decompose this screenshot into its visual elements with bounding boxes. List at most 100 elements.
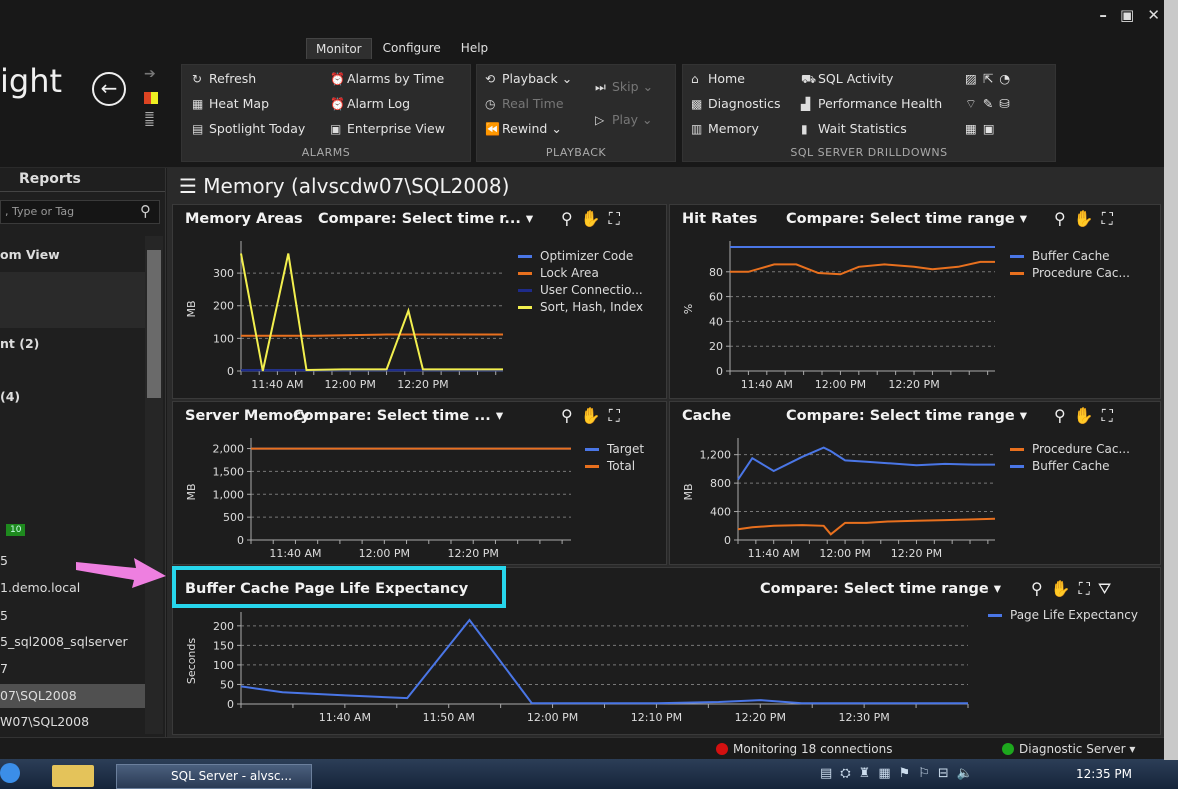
diagnostic-server-status[interactable]: Diagnostic Server ▾ [1002,742,1135,756]
menu-icon[interactable]: ☰ [179,174,197,198]
sidebar-scroll-thumb[interactable] [147,250,161,398]
tab-help[interactable]: Help [452,38,497,59]
zoom-icon[interactable]: ⚲ [561,406,581,425]
sidebar-search[interactable]: , Type or Tag ⚲ [0,200,160,224]
compare-dropdown-server-memory[interactable]: Compare: Select time ... ▾ [293,408,503,424]
diagnostics-button[interactable]: ▩ Diagnostics [691,96,781,111]
sidebar-item-server-2[interactable]: 5 [0,608,8,623]
drilldown-icon-row-1[interactable]: ▨⇱◔ [965,71,1016,86]
sidebar-item-host[interactable]: 1.demo.local [0,580,80,595]
back-button[interactable]: ← [92,72,126,106]
rewind-icon: ⏪ [485,122,500,136]
sidebar-item-server-3[interactable]: 7 [0,661,8,676]
sidebar-item-selected-sql2008[interactable]: 07\SQL2008 [0,684,145,708]
spotlight-today-button[interactable]: ▤ Spotlight Today [192,121,305,136]
skip-icon: ⏭ [595,80,606,94]
sql-activity-button[interactable]: ⛟ SQL Activity [801,71,893,88]
sidebar-tab-reports[interactable]: Reports [0,168,165,192]
panel-tools-ple[interactable]: ⚲✋⛶⛛ [1031,579,1119,599]
sidebar-item-group-2[interactable]: nt (2) [0,336,39,351]
legend-swatch [1010,255,1024,258]
performance-health-button[interactable]: ▟ Performance Health [801,96,942,111]
sidebar-item-group-4[interactable]: (4) [0,389,20,404]
x-tick-label: 11:40 AM [748,547,800,560]
chart-type-icon[interactable]: ⛶ [1102,406,1121,425]
panel-tools-memory-areas[interactable]: ⚲✋⛶ [561,209,628,229]
y-tick-label: 1,500 [213,465,245,478]
rewind-button[interactable]: ⏪ Rewind ⌄ [485,121,562,136]
filter-icon[interactable]: ⛛ [1098,579,1119,598]
list-icon[interactable]: ≡ ≡ [144,109,160,130]
chart-type-icon[interactable]: ⛶ [1079,579,1098,598]
window-controls[interactable]: – ▣ ✕ [1099,6,1164,24]
forward-icon[interactable]: ➔ [144,66,156,82]
compare-dropdown-cache[interactable]: Compare: Select time range ▾ [786,408,1027,424]
legend-entry: Total [585,459,644,476]
y-tick-label: 0 [716,365,723,378]
drilldowns-group: ⌂ Home ⛟ SQL Activity ▩ Diagnostics ▟ Perfor… [682,64,1056,162]
alarm-log-button[interactable]: ⏰ Alarm Log [330,96,410,111]
chart-type-icon[interactable]: ⛶ [609,209,628,228]
refresh-button[interactable]: ↻ Refresh [192,71,256,86]
drilldowns-group-label: SQL SERVER DRILLDOWNS [790,146,948,159]
red-status-icon [716,743,728,755]
y-tick-label: 40 [709,315,723,328]
tab-monitor[interactable]: Monitor [306,38,372,59]
y-tick-label: 0 [227,365,234,378]
legend-entry: Page Life Expectancy [988,608,1138,625]
compare-dropdown-ple[interactable]: Compare: Select time range ▾ [760,581,1001,597]
enterprise-view-button[interactable]: ▣ Enterprise View [330,121,445,136]
panel-tools-server-memory[interactable]: ⚲✋⛶ [561,406,628,426]
real-time-button[interactable]: ◷ Real Time [485,96,564,111]
panel-title-hit-rates: Hit Rates [682,211,758,227]
drilldown-icon-row-2[interactable]: ⌔✎⛁ [965,96,1016,112]
pan-hand-icon[interactable]: ✋ [1074,209,1102,228]
start-icon[interactable] [0,763,20,783]
drilldown-icon-row-3[interactable]: ▦▣ [965,121,1001,136]
legend-swatch [518,255,532,258]
tab-configure[interactable]: Configure [374,38,450,59]
zoom-icon[interactable]: ⚲ [1031,579,1051,598]
playback-button[interactable]: ⟲ Playback ⌄ [485,71,572,86]
play-button[interactable]: ▷ Play ⌄ [595,112,653,127]
pan-hand-icon[interactable]: ✋ [1074,406,1102,425]
chart-type-icon[interactable]: ⛶ [609,406,628,425]
folder-icon[interactable] [52,765,94,787]
monitoring-status[interactable]: Monitoring 18 connections [716,742,892,756]
compare-dropdown-hit-rates[interactable]: Compare: Select time range ▾ [786,211,1027,227]
pan-hand-icon[interactable]: ✋ [581,209,609,228]
zoom-icon[interactable]: ⚲ [561,209,581,228]
sidebar-item-sql2008[interactable]: W07\SQL2008 [0,714,89,729]
skip-button[interactable]: ⏭ Skip ⌄ [595,79,653,95]
y-tick-label: 0 [227,698,234,711]
series-line [240,253,503,372]
alarms-group: ↻ Refresh ⏰ Alarms by Time ▦ Heat Map ⏰ Alar… [181,64,471,162]
taskbar-app-sql-server[interactable]: SQL Server - alvsc... [116,764,312,789]
wait-statistics-button[interactable]: ▮ Wait Statistics [801,121,907,136]
legend-label: Total [607,459,636,473]
sidebar-item-custom-view[interactable]: om View [0,247,60,262]
pan-hand-icon[interactable]: ✋ [581,406,609,425]
legend-entry: Lock Area [518,266,643,283]
panel-tools-hit-rates[interactable]: ⚲✋⛶ [1054,209,1121,229]
home-button[interactable]: ⌂ Home [691,71,745,86]
memory-button[interactable]: ▥ Memory [691,121,759,136]
alarms-by-time-button[interactable]: ⏰ Alarms by Time [330,71,444,86]
zoom-icon[interactable]: ⚲ [1054,406,1074,425]
sidebar-item-server-1[interactable]: 5 [0,553,8,568]
y-tick-label: 0 [237,534,244,547]
compare-dropdown-memory-areas[interactable]: Compare: Select time r... ▾ [318,211,533,227]
x-tick-label: 11:40 AM [251,378,303,391]
legend-swatch [518,272,532,275]
heat-map-button[interactable]: ▦ Heat Map [192,96,269,111]
legend-entry: Buffer Cache [1010,249,1130,266]
x-tick-label: 12:20 PM [891,547,942,560]
search-icon[interactable]: ⚲ [140,202,151,220]
zoom-icon[interactable]: ⚲ [1054,209,1074,228]
sidebar-item-sqlserver[interactable]: 5_sql2008_sqlserver [0,634,128,649]
system-tray-icons[interactable]: ▤⛭♜▦⚑⚐⊟🔈 [820,766,981,781]
sidebar-scrollbar[interactable] [145,236,163,734]
chart-type-icon[interactable]: ⛶ [1102,209,1121,228]
pan-hand-icon[interactable]: ✋ [1051,579,1079,598]
panel-tools-cache[interactable]: ⚲✋⛶ [1054,406,1121,426]
